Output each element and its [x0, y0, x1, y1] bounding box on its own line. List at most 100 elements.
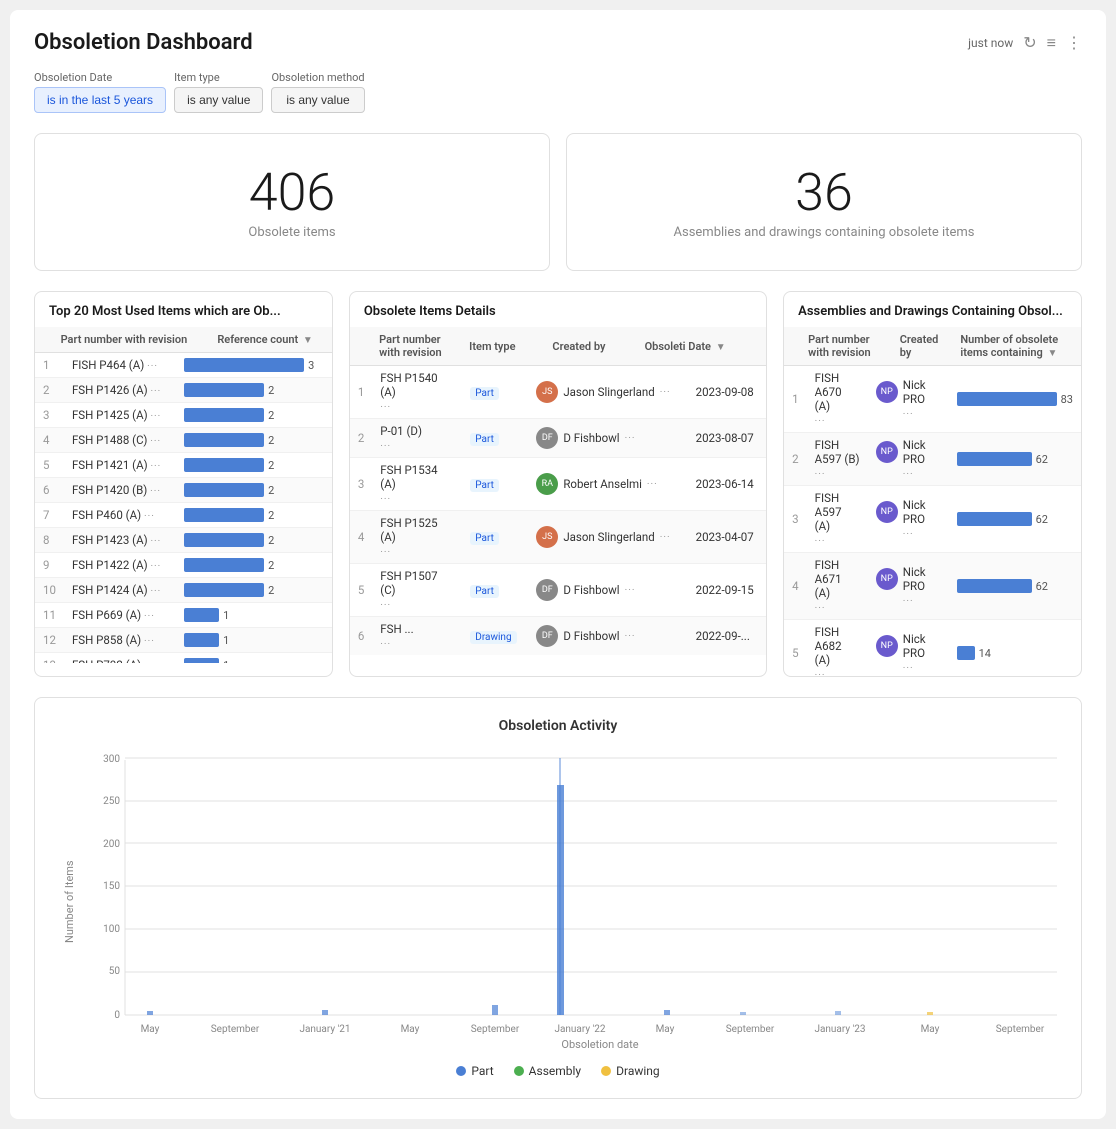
legend-part: Part [456, 1064, 493, 1078]
count-cell: 1 [176, 628, 332, 653]
creator-name: Nick PRO [903, 498, 936, 526]
activity-svg: 0 50 100 150 200 250 300 May [80, 750, 1057, 1050]
creator-cell: RA Robert Anselmi ··· [528, 458, 687, 511]
assemblies-table-card: Assemblies and Drawings Containing Obsol… [783, 291, 1082, 677]
row-num: 5 [35, 453, 64, 478]
creator-name: Nick PRO [903, 565, 936, 593]
row-num: 8 [35, 528, 64, 553]
row-num: 7 [35, 503, 64, 528]
filter-icon[interactable]: ≡ [1047, 33, 1056, 53]
header-actions: just now ↻ ≡ ⋮ [968, 33, 1082, 53]
creator-name: Nick PRO [903, 632, 936, 660]
count-cell: 1 [176, 603, 332, 628]
row-num: 10 [35, 578, 64, 603]
table-row: 9 FSH P1422 (A) ··· 2 [35, 553, 332, 578]
count-cell: 3 [176, 353, 332, 378]
asm-col-count: Number of obsolete items containing ▼ [952, 327, 1081, 366]
obsoletion-method-button[interactable]: is any value [271, 87, 364, 113]
top20-data-table: 1 FISH P464 (A) ··· 3 2 FSH P1426 (A) ··… [35, 353, 332, 663]
date-sort-icon[interactable]: ▼ [716, 342, 726, 353]
chart-title: Obsoletion Activity [59, 718, 1057, 734]
part-dot [456, 1066, 466, 1076]
row-num: 5 [784, 620, 806, 677]
part-cell: FSH P1424 (A) ··· [64, 578, 176, 603]
table-row: 2 FISH A597 (B)··· NP Nick PRO ··· 62 [784, 433, 1081, 486]
asm-sort-icon[interactable]: ▼ [1047, 348, 1057, 359]
count-cell: 62 [949, 553, 1081, 620]
part-cell: FISH A671 (A)··· [807, 553, 868, 620]
part-cell: FSH P1525 (A)··· [372, 511, 462, 564]
table-row: 6 FSH P1420 (B) ··· 2 [35, 478, 332, 503]
count-cell: 2 [176, 503, 332, 528]
page-title: Obsoletion Dashboard [34, 30, 253, 55]
count-cell: 2 [176, 453, 332, 478]
count-cell: 14 [949, 620, 1081, 677]
refresh-icon[interactable]: ↻ [1023, 33, 1036, 52]
part-cell: FSH P1420 (B) ··· [64, 478, 176, 503]
count-cell: 2 [176, 553, 332, 578]
svg-text:September: September [726, 1024, 775, 1035]
table-row: 11 FSH P669 (A) ··· 1 [35, 603, 332, 628]
row-num: 1 [350, 366, 372, 419]
assemblies-header-table: Part number with revision Created by Num… [784, 327, 1081, 366]
detail-col-type: Item type [461, 327, 544, 366]
creator-name: D Fishbowl [563, 583, 619, 597]
table-row: 2 FSH P1426 (A) ··· 2 [35, 378, 332, 403]
item-type-filter: Item type is any value [174, 71, 263, 113]
assemblies-label: Assemblies and drawings containing obsol… [587, 225, 1061, 240]
detail-col-num [350, 327, 371, 366]
part-cell: FSH ...··· [372, 617, 462, 656]
row-num: 12 [35, 628, 64, 653]
count-cell: 83 [949, 366, 1081, 433]
count-cell: 62 [949, 433, 1081, 486]
date-cell: 2022-09-15 [688, 564, 767, 617]
table-row: 13 FSH P792 (A) ··· 1 [35, 653, 332, 664]
top20-scroll[interactable]: 1 FISH P464 (A) ··· 3 2 FSH P1426 (A) ··… [35, 353, 332, 663]
type-cell: Part [462, 458, 528, 511]
table-row: 5 FSH P1507 (C)··· Part DF D Fishbowl ··… [350, 564, 766, 617]
table-row: 3 FSH P1425 (A) ··· 2 [35, 403, 332, 428]
svg-text:250: 250 [103, 796, 120, 807]
count-cell: 2 [176, 478, 332, 503]
more-icon[interactable]: ⋮ [1066, 33, 1082, 52]
avatar: JS [536, 381, 558, 403]
part-cell: FISH A670 (A)··· [807, 366, 868, 433]
assemblies-data-table: 1 FISH A670 (A)··· NP Nick PRO ··· 83 2 … [784, 366, 1081, 676]
item-type-button[interactable]: is any value [174, 87, 263, 113]
assemblies-scroll[interactable]: 1 FISH A670 (A)··· NP Nick PRO ··· 83 2 … [784, 366, 1081, 676]
row-num: 6 [35, 478, 64, 503]
filter-row: Obsoletion Date is in the last 5 years I… [34, 71, 1082, 113]
row-num: 1 [784, 366, 806, 433]
row-num: 5 [350, 564, 372, 617]
legend-assembly-label: Assembly [529, 1064, 581, 1078]
table-row: 4 FSH P1488 (C) ··· 2 [35, 428, 332, 453]
top20-table: Part number with revision Reference coun… [35, 327, 332, 353]
activity-chart-card: Obsoletion Activity Number of Items 0 50… [34, 697, 1082, 1099]
type-cell: Part [462, 511, 528, 564]
details-scroll[interactable]: 1 FSH P1540 (A)··· Part JS Jason Slinger… [350, 366, 766, 655]
table-row: 8 FSH P1423 (A) ··· 2 [35, 528, 332, 553]
creator-cell: NP Nick PRO ··· [868, 486, 949, 553]
top20-col-count: Reference count ▼ [209, 327, 332, 353]
sort-icon[interactable]: ▼ [303, 335, 313, 346]
table-row: 4 FISH A671 (A)··· NP Nick PRO ··· 62 [784, 553, 1081, 620]
svg-text:September: September [996, 1024, 1045, 1035]
row-num: 4 [350, 511, 372, 564]
creator-cell: NP Nick PRO ··· [868, 433, 949, 486]
chart-legend: Part Assembly Drawing [59, 1064, 1057, 1078]
date-cell: 2022-09-... [688, 617, 767, 656]
legend-assembly: Assembly [514, 1064, 581, 1078]
creator-name: D Fishbowl [563, 629, 619, 643]
part-cell: FISH A682 (A)··· [807, 620, 868, 677]
svg-text:150: 150 [103, 881, 120, 892]
count-cell: 2 [176, 428, 332, 453]
table-row: 2 P-01 (D)··· Part DF D Fishbowl ··· 202… [350, 419, 766, 458]
legend-drawing-label: Drawing [616, 1064, 660, 1078]
obsoletion-date-button[interactable]: is in the last 5 years [34, 87, 166, 113]
top20-col-part: Part number with revision [53, 327, 210, 353]
svg-text:January '21: January '21 [299, 1024, 350, 1035]
creator-cell: DF D Fishbowl ··· [528, 419, 687, 458]
row-num: 9 [35, 553, 64, 578]
row-num: 3 [35, 403, 64, 428]
table-row: 7 FSH P460 (A) ··· 2 [35, 503, 332, 528]
